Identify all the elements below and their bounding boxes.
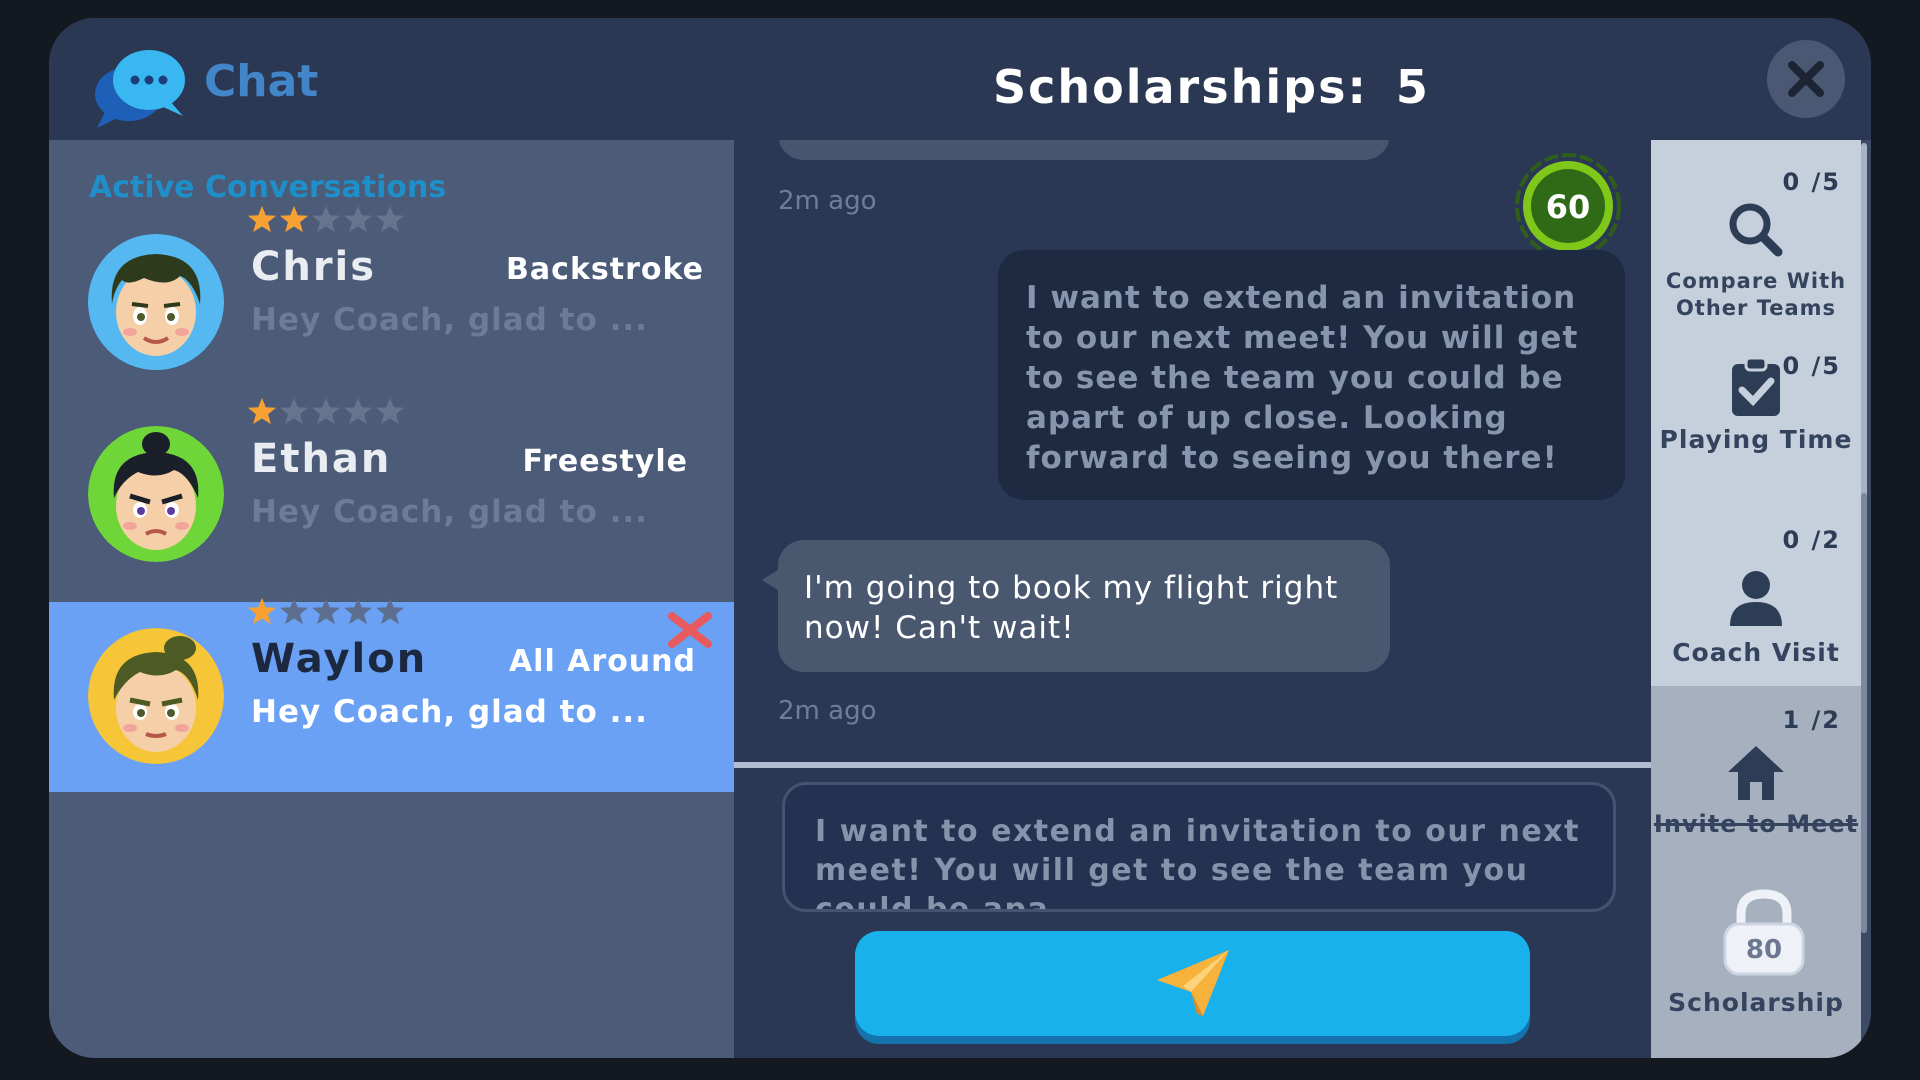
send-button[interactable] bbox=[855, 931, 1530, 1036]
recruit-face bbox=[88, 426, 224, 562]
recruit-name: Ethan bbox=[251, 436, 392, 482]
clipboard-check-icon bbox=[1732, 356, 1780, 416]
action-playing-time[interactable]: 0 /5 Playing Time bbox=[1651, 352, 1861, 512]
avatar bbox=[88, 426, 224, 562]
message-preview: Hey Coach, glad to ... bbox=[251, 694, 648, 730]
recruit-event: Freestyle bbox=[522, 444, 688, 479]
conversations-panel: Active Conversations Chris Backstroke He… bbox=[49, 140, 734, 1058]
recruit-name: Chris bbox=[251, 244, 377, 290]
action-scholarship[interactable]: 80 Scholarship bbox=[1651, 886, 1861, 1056]
close-icon bbox=[1788, 61, 1824, 97]
recruit-face bbox=[88, 628, 224, 764]
recruit-event: Backstroke bbox=[506, 252, 704, 287]
star-empty-icon bbox=[311, 597, 341, 625]
scholarships-counter: Scholarships: 5 bbox=[993, 60, 1430, 114]
recruit-face bbox=[88, 234, 224, 370]
person-icon bbox=[1730, 571, 1782, 626]
chat-thread: 2m ago 60 I want to extend an invitation… bbox=[734, 140, 1651, 1058]
scholarships-label: Scholarships: bbox=[993, 60, 1368, 114]
action-label: Coach Visit bbox=[1672, 638, 1840, 667]
padlock-icon: 80 bbox=[1723, 889, 1805, 976]
star-filled-icon bbox=[247, 205, 277, 233]
message-bubble-recruit bbox=[778, 140, 1390, 160]
close-button[interactable] bbox=[1767, 40, 1845, 118]
star-rating bbox=[247, 596, 405, 630]
action-count: 0 /5 bbox=[1782, 352, 1841, 380]
message-timestamp: 2m ago bbox=[778, 186, 877, 216]
star-empty-icon bbox=[343, 397, 373, 425]
chat-bubbles-icon bbox=[95, 50, 185, 128]
message-input[interactable]: I want to extend an invitation to our ne… bbox=[782, 782, 1616, 912]
avatar bbox=[88, 234, 224, 370]
star-filled-icon bbox=[247, 397, 277, 425]
star-empty-icon bbox=[375, 205, 405, 233]
divider bbox=[734, 762, 1651, 768]
message-preview: Hey Coach, glad to ... bbox=[251, 302, 648, 338]
star-empty-icon bbox=[375, 397, 405, 425]
actions-sidebar: 0 /5 Compare With Other Teams 0 /5 Playi… bbox=[1651, 140, 1861, 1058]
star-empty-icon bbox=[343, 597, 373, 625]
star-filled-icon bbox=[279, 205, 309, 233]
star-empty-icon bbox=[343, 205, 373, 233]
action-compare-teams[interactable]: 0 /5 Compare With Other Teams bbox=[1651, 168, 1861, 320]
star-filled-icon bbox=[247, 597, 277, 625]
active-conversations-heading: Active Conversations bbox=[89, 170, 447, 205]
scrollbar-thumb[interactable] bbox=[1861, 493, 1867, 933]
action-label: Compare With Other Teams bbox=[1665, 269, 1847, 320]
star-empty-icon bbox=[311, 397, 341, 425]
action-count: 1 /2 bbox=[1782, 706, 1841, 734]
star-empty-icon bbox=[375, 597, 405, 625]
magnifier-icon bbox=[1729, 203, 1783, 257]
message-bubble-recruit: I'm going to book my flight right now! C… bbox=[778, 540, 1390, 672]
timer-value: 60 bbox=[1546, 188, 1591, 226]
action-count: 0 /2 bbox=[1782, 526, 1841, 554]
star-rating bbox=[247, 396, 405, 430]
scholarships-value: 5 bbox=[1395, 60, 1430, 114]
star-rating bbox=[247, 204, 405, 238]
conversation-item-ethan[interactable]: Ethan Freestyle Hey Coach, glad to ... bbox=[49, 397, 734, 592]
remove-conversation-icon[interactable] bbox=[666, 612, 714, 648]
message-timestamp: 2m ago bbox=[778, 696, 877, 726]
conversation-item-waylon[interactable]: Waylon All Around Hey Coach, glad to ... bbox=[49, 597, 734, 792]
conversation-item-chris[interactable]: Chris Backstroke Hey Coach, glad to ... bbox=[49, 205, 734, 400]
chat-title: Chat bbox=[204, 56, 319, 107]
avatar bbox=[88, 628, 224, 764]
action-invite-to-meet[interactable]: 1 /2 Invite to Meet bbox=[1651, 706, 1861, 856]
action-count: 0 /5 bbox=[1782, 168, 1841, 196]
action-label: Invite to Meet bbox=[1653, 810, 1859, 838]
lock-value: 80 bbox=[1746, 935, 1782, 965]
message-preview: Hey Coach, glad to ... bbox=[251, 494, 648, 530]
action-label: Playing Time bbox=[1659, 425, 1853, 454]
chat-window: Chat Scholarships: 5 Active Conversations bbox=[49, 18, 1871, 1058]
message-bubble-coach: I want to extend an invitation to our ne… bbox=[998, 250, 1625, 500]
star-empty-icon bbox=[279, 397, 309, 425]
action-coach-visit[interactable]: 0 /2 Coach Visit bbox=[1651, 526, 1861, 676]
star-empty-icon bbox=[279, 597, 309, 625]
paper-plane-icon bbox=[1156, 949, 1229, 1016]
house-icon bbox=[1728, 746, 1784, 800]
recruit-event: All Around bbox=[508, 644, 696, 679]
recruit-name: Waylon bbox=[251, 636, 428, 682]
action-label: Scholarship bbox=[1668, 988, 1844, 1017]
sidebar-scrollbar[interactable] bbox=[1861, 143, 1867, 933]
response-timer: 60 bbox=[1515, 153, 1621, 259]
star-empty-icon bbox=[311, 205, 341, 233]
title-bar: Chat Scholarships: 5 bbox=[49, 18, 1871, 140]
